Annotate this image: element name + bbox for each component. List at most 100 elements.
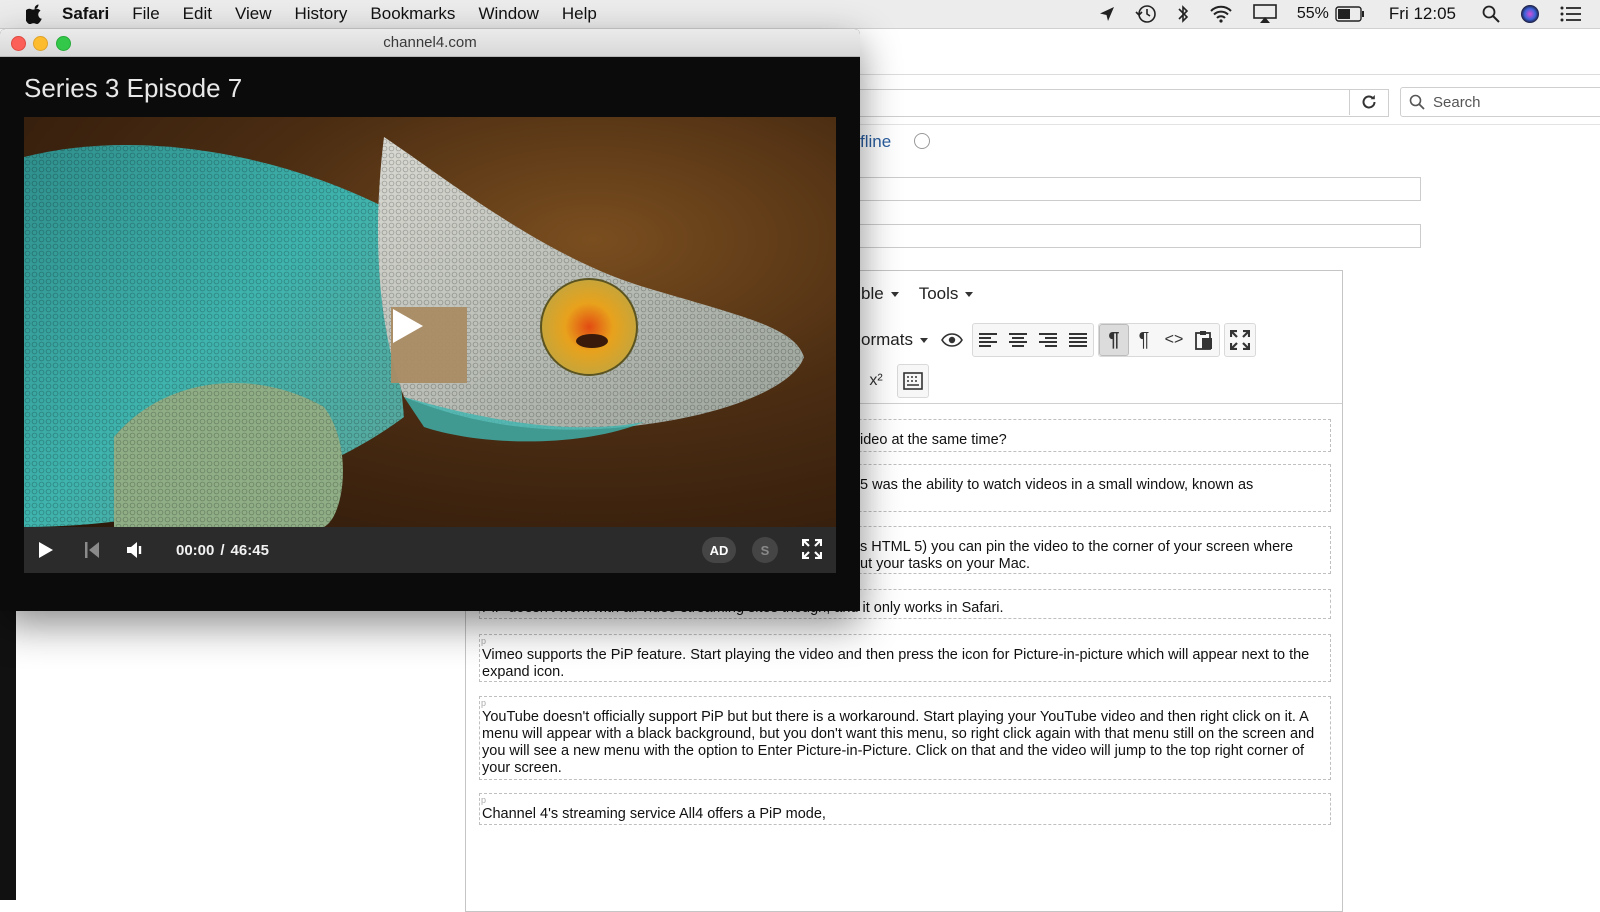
reload-button[interactable]: [1349, 89, 1388, 115]
keyboard-icon: [903, 372, 923, 390]
menu-window[interactable]: Window: [478, 4, 538, 24]
airplay-icon[interactable]: [1253, 4, 1277, 24]
align-center-icon: [1008, 333, 1027, 347]
show-invisibles-button[interactable]: ¶: [1129, 324, 1159, 356]
charmap-group: [897, 364, 929, 398]
pip-window[interactable]: channel4.com Series 3 Episode 7 00:00 / …: [0, 29, 860, 611]
close-button[interactable]: [11, 36, 26, 51]
special-characters-button[interactable]: [898, 365, 928, 397]
big-play-button[interactable]: [391, 307, 467, 383]
paragraph-text: Vimeo supports the PiP feature. Start pl…: [482, 647, 1310, 680]
play-icon: [393, 309, 423, 343]
pilcrow-icon: ¶: [1138, 328, 1150, 351]
spotlight-icon[interactable]: [1482, 5, 1500, 23]
offline-label[interactable]: fline: [860, 132, 891, 152]
chevron-down-icon: [965, 291, 974, 297]
chevron-down-icon: [919, 337, 928, 343]
video-frame[interactable]: [24, 117, 836, 527]
minimize-button[interactable]: [33, 36, 48, 51]
play-button[interactable]: [38, 541, 54, 559]
location-icon[interactable]: [1099, 6, 1115, 22]
paragraph-marker: p: [481, 636, 487, 646]
editor-paragraph[interactable]: p YouTube doesn't officially support PiP …: [479, 696, 1331, 780]
audio-description-button[interactable]: AD: [702, 537, 736, 563]
paragraph-marker: p: [481, 795, 487, 805]
fullscreen-button[interactable]: [801, 538, 823, 564]
time-machine-icon[interactable]: [1135, 4, 1157, 24]
align-justify-icon: [1068, 333, 1087, 347]
left-edge-strip: [0, 610, 16, 900]
paragraph-text: YouTube doesn't officially support PiP b…: [482, 709, 1315, 776]
address-bar[interactable]: [860, 89, 1389, 117]
preview-button[interactable]: [937, 324, 967, 356]
menu-help[interactable]: Help: [562, 4, 597, 24]
editor-menu-table[interactable]: ble: [861, 284, 899, 304]
menu-app-safari[interactable]: Safari: [62, 4, 109, 24]
blocks-group: ¶ ¶ <>: [1097, 323, 1220, 357]
menu-file[interactable]: File: [132, 4, 159, 24]
paste-text-button[interactable]: [1189, 324, 1219, 356]
skip-back-button[interactable]: [84, 541, 100, 559]
align-left-button[interactable]: [973, 324, 1003, 356]
editor-toolbar-row-1: ormats ¶ ¶ <>: [861, 323, 1260, 357]
video-controls: 00:00 / 46:45 AD S: [24, 527, 836, 573]
align-center-button[interactable]: [1003, 324, 1033, 356]
align-group: [971, 323, 1094, 357]
preview-group: [936, 323, 968, 357]
editor-menu-tools[interactable]: Tools: [919, 284, 974, 304]
search-field[interactable]: Search: [1400, 87, 1600, 117]
superscript-button[interactable]: x²: [861, 365, 891, 397]
eye-icon: [941, 333, 963, 347]
play-icon: [39, 542, 53, 558]
superscript-icon: x²: [869, 372, 883, 389]
source-code-button[interactable]: <>: [1159, 324, 1189, 356]
battery-percent: 55%: [1296, 5, 1329, 22]
paragraph-marker: p: [481, 698, 487, 708]
volume-icon: [127, 542, 142, 558]
menu-view[interactable]: View: [235, 4, 272, 24]
battery-icon[interactable]: [1335, 6, 1365, 22]
notification-center-icon[interactable]: [1560, 6, 1582, 22]
search-icon: [1409, 94, 1425, 110]
menu-history[interactable]: History: [295, 4, 348, 24]
editor-fullscreen-button[interactable]: [1225, 324, 1255, 356]
form-field-2[interactable]: [860, 224, 1421, 248]
volume-button[interactable]: [126, 541, 146, 559]
paste-icon: [1195, 331, 1212, 350]
reload-icon: [1362, 95, 1376, 109]
fullscreen-icon: [1229, 330, 1250, 350]
status-area: 55% Fri 12:05: [1079, 0, 1582, 28]
skip-back-icon: [85, 542, 99, 558]
menu-edit[interactable]: Edit: [183, 4, 212, 24]
offline-radio[interactable]: [914, 133, 930, 149]
wifi-icon[interactable]: [1209, 5, 1233, 23]
episode-title: Series 3 Episode 7: [24, 73, 243, 103]
formats-label: ormats: [861, 330, 913, 349]
menu-bar: Safari File Edit View History Bookmarks …: [0, 0, 1600, 29]
form-field-1[interactable]: [860, 177, 1421, 201]
formats-dropdown[interactable]: ormats: [861, 330, 928, 350]
menu-bookmarks[interactable]: Bookmarks: [370, 4, 455, 24]
show-blocks-button[interactable]: ¶: [1098, 324, 1129, 356]
paragraph-text: Channel 4's streaming service All4 offer…: [482, 806, 826, 822]
toolbar-divider: [860, 74, 1600, 75]
siri-icon[interactable]: [1520, 4, 1540, 24]
search-placeholder: Search: [1433, 93, 1481, 111]
time-current: 00:00: [176, 541, 215, 559]
subtitles-button[interactable]: S: [752, 537, 778, 563]
clock[interactable]: Fri 12:05: [1389, 4, 1456, 24]
window-title: channel4.com: [383, 34, 477, 51]
bluetooth-icon[interactable]: [1177, 4, 1189, 24]
editor-paragraph[interactable]: p Vimeo supports the PiP feature. Start p…: [479, 634, 1331, 682]
zoom-button[interactable]: [56, 36, 71, 51]
align-right-button[interactable]: [1033, 324, 1063, 356]
apple-icon[interactable]: [26, 4, 44, 24]
align-justify-button[interactable]: [1063, 324, 1093, 356]
editor-menu-table-label: ble: [861, 284, 884, 303]
pip-titlebar[interactable]: channel4.com: [0, 29, 860, 57]
time-separator: /: [220, 541, 225, 559]
editor-menubar: ble Tools: [861, 279, 993, 309]
time-total: 46:45: [230, 541, 269, 559]
fullscreen-icon: [801, 538, 823, 560]
editor-paragraph[interactable]: p Channel 4's streaming service All4 offe…: [479, 793, 1331, 825]
